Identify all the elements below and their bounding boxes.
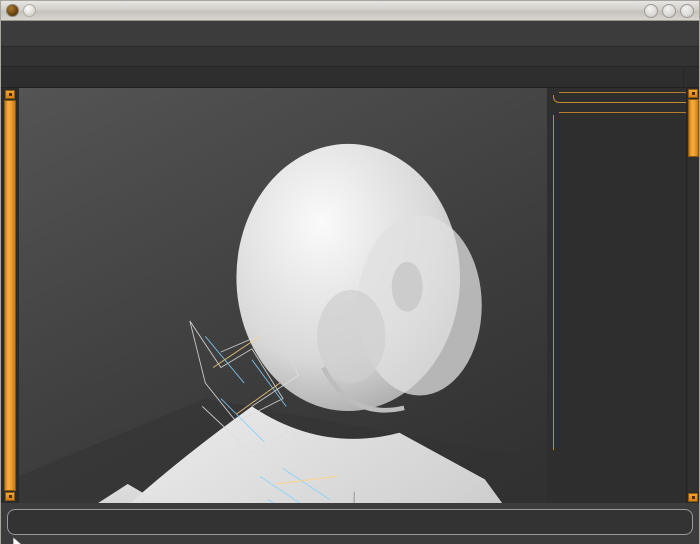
panel-scroll-up-button[interactable] <box>688 89 698 98</box>
window-menu-icons <box>1 4 36 17</box>
properties-panel <box>547 88 699 503</box>
bones-group-box <box>553 115 693 450</box>
mouse-cursor-icon <box>13 537 22 544</box>
minimize-icon[interactable] <box>644 4 658 18</box>
sub-tab-bar <box>1 67 699 88</box>
close-icon[interactable] <box>680 4 694 18</box>
scroll-thumb[interactable] <box>4 100 16 491</box>
tab-scroll-right-icon[interactable] <box>683 67 699 87</box>
bottom-bar <box>1 503 699 544</box>
bone-axis-gizmos <box>19 88 547 503</box>
display-group-title <box>553 92 693 93</box>
3d-model-viewport[interactable] <box>19 88 547 503</box>
status-line <box>7 535 693 544</box>
scroll-down-button[interactable] <box>5 492 15 501</box>
main-toolbar <box>1 21 699 47</box>
application-window <box>0 0 700 544</box>
panel-vertical-scrollbar[interactable] <box>686 88 699 503</box>
workspace <box>1 88 699 503</box>
scroll-up-button[interactable] <box>5 90 15 99</box>
display-group-box <box>553 95 693 103</box>
bones-group-title <box>553 112 693 113</box>
panel-scroll-down-button[interactable] <box>688 493 698 502</box>
window-icon <box>23 4 36 17</box>
maximize-icon[interactable] <box>662 4 676 18</box>
panel-scroll-track[interactable] <box>687 99 699 492</box>
title-bar <box>1 1 699 21</box>
window-controls <box>644 4 694 18</box>
app-menu-icon[interactable] <box>6 4 19 17</box>
left-vertical-scrollbar[interactable] <box>1 88 19 503</box>
progress-bar <box>7 509 693 535</box>
main-tab-bar <box>1 47 699 67</box>
panel-scroll-thumb[interactable] <box>687 99 699 157</box>
